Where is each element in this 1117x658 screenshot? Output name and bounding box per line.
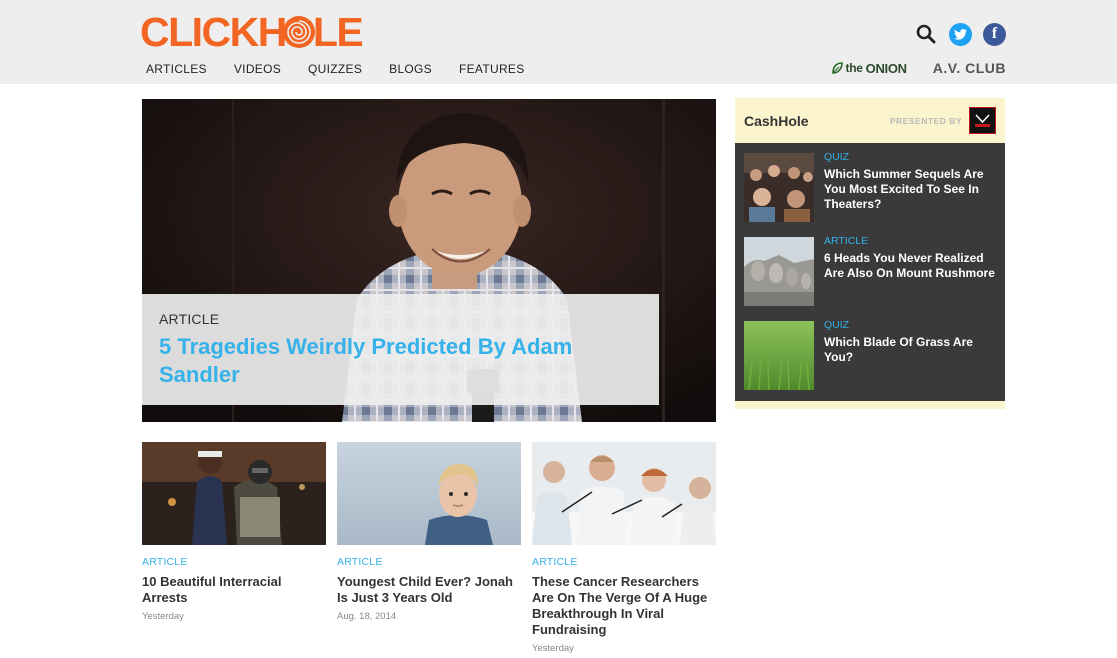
hero-title[interactable]: 5 Tragedies Weirdly Predicted By Adam Sa… — [159, 333, 642, 389]
onion-leaf-icon — [831, 62, 843, 74]
hero-caption: ARTICLE 5 Tragedies Weirdly Predicted By… — [142, 294, 659, 405]
sponsor-badge-icon — [975, 114, 990, 127]
card-title[interactable]: 10 Beautiful Interracial Arrests — [142, 574, 326, 606]
facebook-button[interactable]: f — [983, 22, 1006, 46]
sidebar-item-type: QUIZ — [824, 319, 850, 331]
article-card[interactable]: ARTICLE These Cancer Researchers Are On … — [532, 442, 716, 654]
card-thumbnail[interactable] — [337, 442, 521, 545]
sidebar-item[interactable]: ARTICLE 6 Heads You Never Realized Are A… — [744, 227, 996, 306]
card-type-label: ARTICLE — [337, 556, 383, 568]
sidebar-thumbnail[interactable] — [744, 153, 814, 222]
search-icon — [916, 24, 936, 44]
cashhole-sidebar: CashHole PRESENTED BY QUIZ Which Summer … — [735, 98, 1005, 409]
child-photo — [337, 442, 521, 545]
twitter-icon — [954, 28, 967, 40]
twitter-button[interactable] — [949, 22, 972, 46]
partner-links: the ONION A.V. CLUB — [831, 60, 1006, 76]
hero-type-label: ARTICLE — [159, 311, 220, 327]
onion-the-text: the — [845, 61, 863, 75]
researchers-photo — [532, 442, 716, 545]
logo-text-part: CLICKH — [140, 9, 287, 55]
grass-photo — [744, 321, 814, 390]
card-type-label: ARTICLE — [532, 556, 578, 568]
clickhole-swirl-icon — [282, 16, 315, 48]
card-title[interactable]: Youngest Child Ever? Jonah Is Just 3 Yea… — [337, 574, 521, 606]
nav-videos[interactable]: VIDEOS — [234, 61, 281, 77]
header-actions: f — [914, 22, 1006, 46]
card-date: Aug. 18, 2014 — [337, 611, 397, 622]
rushmore-photo — [744, 237, 814, 306]
nav-articles[interactable]: ARTICLES — [146, 61, 207, 77]
av-club-link[interactable]: A.V. CLUB — [933, 60, 1006, 76]
arrest-photo — [142, 442, 326, 545]
nav-blogs[interactable]: BLOGS — [389, 61, 432, 77]
card-type-label: ARTICLE — [142, 556, 188, 568]
sidebar-item[interactable]: QUIZ Which Summer Sequels Are You Most E… — [744, 143, 996, 222]
sidebar-item[interactable]: QUIZ Which Blade Of Grass Are You? — [744, 311, 996, 390]
card-date: Yesterday — [532, 643, 574, 654]
sidebar-item-title[interactable]: 6 Heads You Never Realized Are Also On M… — [824, 251, 996, 281]
article-card[interactable]: ARTICLE 10 Beautiful Interracial Arrests… — [142, 442, 326, 622]
facebook-icon: f — [991, 25, 998, 42]
card-title[interactable]: These Cancer Researchers Are On The Verg… — [532, 574, 716, 638]
hero-article[interactable]: ARTICLE 5 Tragedies Weirdly Predicted By… — [142, 99, 716, 422]
nav-features[interactable]: FEATURES — [459, 61, 525, 77]
sidebar-header: CashHole PRESENTED BY — [735, 98, 1005, 143]
article-card[interactable]: ARTICLE Youngest Child Ever? Jonah Is Ju… — [337, 442, 521, 622]
card-thumbnail[interactable] — [142, 442, 326, 545]
sidebar-item-title[interactable]: Which Summer Sequels Are You Most Excite… — [824, 167, 996, 212]
nav-quizzes[interactable]: QUIZZES — [308, 61, 362, 77]
the-onion-link[interactable]: the ONION — [831, 60, 907, 76]
card-date: Yesterday — [142, 611, 184, 622]
audience-photo — [744, 153, 814, 222]
sidebar-title[interactable]: CashHole — [744, 113, 809, 129]
logo-text-part: LE — [312, 9, 364, 55]
sidebar-thumbnail[interactable] — [744, 321, 814, 390]
site-logo[interactable]: CLICKH LE — [140, 9, 364, 55]
sidebar-list: QUIZ Which Summer Sequels Are You Most E… — [735, 143, 1005, 401]
site-header: CLICKH LE ARTICLES VIDEOS QUIZZES BLOGS … — [0, 0, 1117, 84]
onion-name-text: ONION — [865, 60, 907, 76]
presented-by-label: PRESENTED BY — [889, 116, 962, 126]
main-nav: ARTICLES VIDEOS QUIZZES BLOGS FEATURES — [146, 61, 552, 77]
sidebar-item-type: QUIZ — [824, 151, 850, 163]
search-button[interactable] — [914, 22, 938, 46]
sponsor-logo[interactable] — [969, 107, 996, 134]
sidebar-thumbnail[interactable] — [744, 237, 814, 306]
sidebar-item-title[interactable]: Which Blade Of Grass Are You? — [824, 335, 996, 365]
sidebar-item-type: ARTICLE — [824, 235, 869, 247]
card-thumbnail[interactable] — [532, 442, 716, 545]
